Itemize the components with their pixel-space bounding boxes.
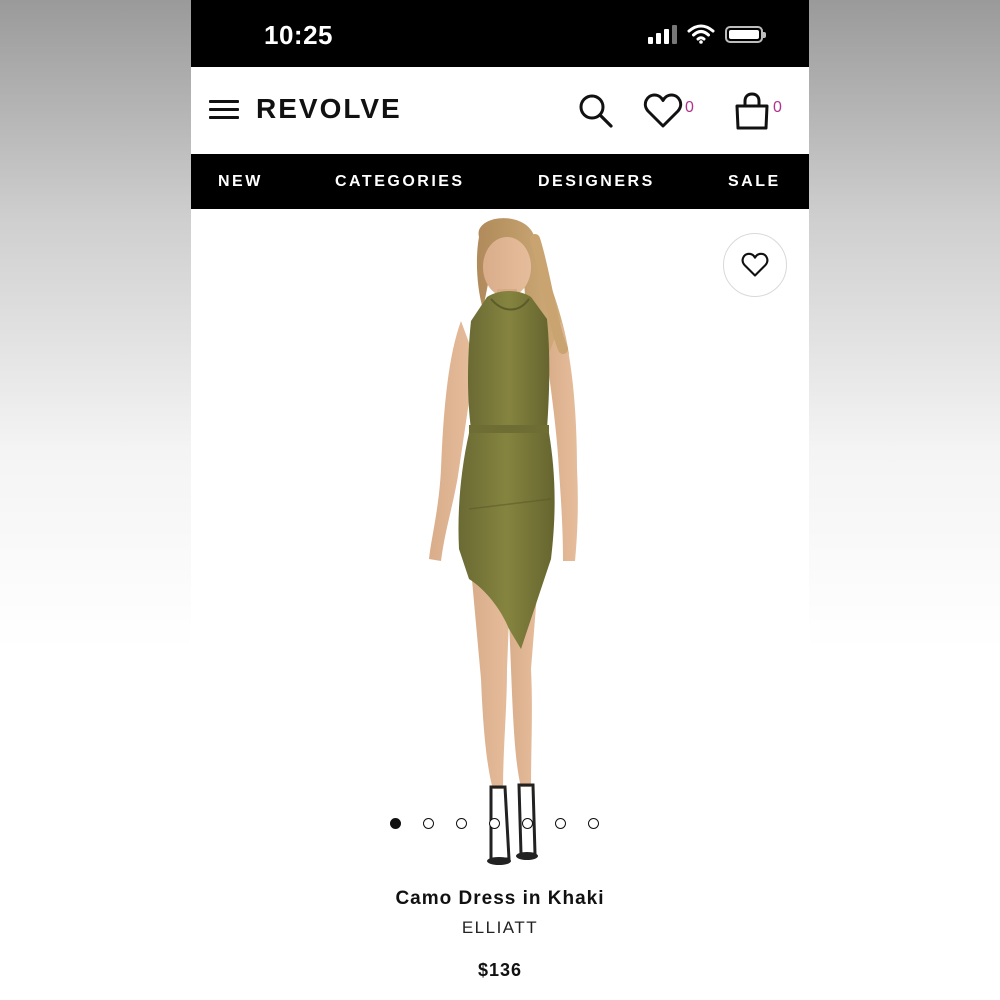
category-nav: NEW CATEGORIES DESIGNERS SALE <box>191 154 809 209</box>
search-icon[interactable] <box>576 91 616 131</box>
carousel-dot-6[interactable] <box>555 818 566 829</box>
product-image-carousel[interactable] <box>191 209 809 889</box>
product-brand[interactable]: ELLIATT <box>191 918 809 938</box>
product-name: Camo Dress in Khaki <box>395 888 605 909</box>
carousel-dot-7[interactable] <box>588 818 599 829</box>
app-header: REVOLVE 0 0 <box>191 67 809 154</box>
bag-count: 0 <box>773 99 782 116</box>
signal-icon <box>648 24 677 44</box>
status-icons <box>648 24 766 44</box>
nav-item-new[interactable]: NEW <box>218 173 263 191</box>
nav-item-categories[interactable]: CATEGORIES <box>335 173 465 191</box>
carousel-dot-5[interactable] <box>522 818 533 829</box>
heart-icon[interactable] <box>643 93 683 129</box>
wifi-icon <box>687 24 715 44</box>
menu-icon[interactable] <box>209 100 239 122</box>
brand-logo[interactable]: REVOLVE <box>256 93 402 125</box>
carousel-dot-3[interactable] <box>456 818 467 829</box>
nav-item-sale[interactable]: SALE <box>728 173 781 191</box>
product-photo <box>429 218 578 865</box>
phone-screen: 10:25 REVOLVE 0 0 NEW CATEGORIES DESIGNE… <box>191 0 809 1000</box>
product-price: $136 <box>477 960 523 980</box>
carousel-dot-2[interactable] <box>423 818 434 829</box>
carousel-dot-4[interactable] <box>489 818 500 829</box>
wishlist-count: 0 <box>685 99 694 116</box>
battery-icon <box>725 25 766 43</box>
carousel-dots <box>390 818 599 829</box>
bag-icon[interactable] <box>733 91 771 131</box>
status-bar: 10:25 <box>191 0 809 67</box>
status-time: 10:25 <box>264 20 333 50</box>
add-to-wishlist-button[interactable] <box>723 233 787 297</box>
carousel-dot-1[interactable] <box>390 818 401 829</box>
heart-outline-icon <box>741 252 769 277</box>
nav-item-designers[interactable]: DESIGNERS <box>538 173 655 191</box>
